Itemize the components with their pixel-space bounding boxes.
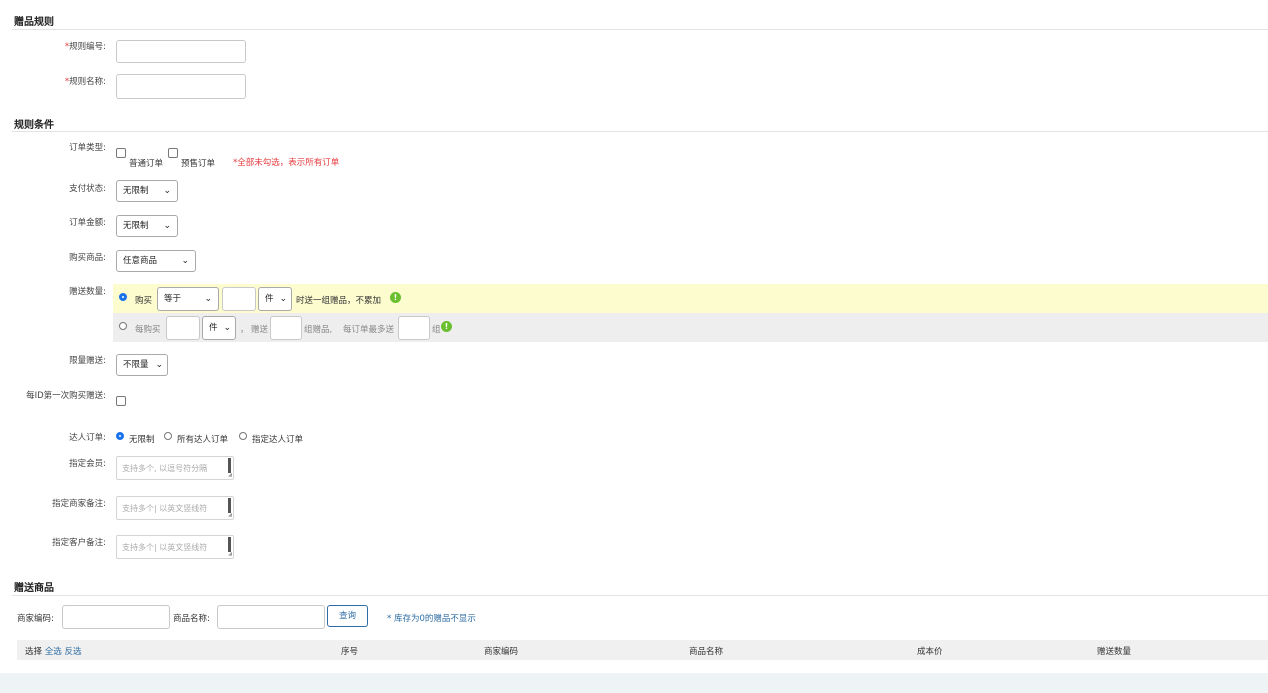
customer-note-textarea[interactable]: 支持多个| 以英文竖线符 ◢ — [116, 535, 234, 559]
gift-qty-unit2-select[interactable]: 件 ⌄ — [202, 316, 236, 340]
gift-qty-label: 赠送数量: — [69, 287, 106, 297]
gift-qty-groups-text: 组赠品, — [304, 325, 333, 335]
gift-qty-max-input[interactable] — [398, 316, 430, 340]
order-type-hint: *全部未勾选，表示所有订单 — [233, 158, 340, 168]
chevron-down-icon: ⌄ — [204, 294, 212, 304]
search-merchant-code-label: 商家编码: — [17, 614, 54, 624]
section-divider — [12, 29, 1268, 30]
scrollbar[interactable] — [228, 498, 231, 513]
kol-none-label: 无限制 — [129, 435, 155, 445]
member-label: 指定会员: — [69, 459, 106, 469]
gift-qty-compare-select[interactable]: 等于 ⌄ — [157, 287, 219, 311]
table-header-product-name: 商品名称 — [689, 647, 724, 657]
gift-qty-comma: ， — [240, 325, 249, 335]
gift-qty-mode2-radio[interactable] — [119, 322, 127, 330]
section-divider — [12, 131, 1268, 132]
order-type-normal-label: 普通订单 — [129, 159, 164, 169]
buy-goods-select[interactable]: 任意商品 ⌄ — [116, 250, 196, 272]
gift-qty-suffix-text: 时送一组赠品，不累加 — [296, 296, 382, 306]
chevron-down-icon: ⌄ — [223, 323, 231, 333]
resize-grip-icon[interactable]: ◢ — [228, 472, 232, 478]
resize-grip-icon[interactable]: ◢ — [228, 512, 232, 518]
rule-name-label: *规则名称: — [64, 77, 106, 87]
merchant-note-textarea[interactable]: 支持多个| 以英文竖线符 ◢ — [116, 496, 234, 520]
customer-note-label: 指定客户备注: — [52, 538, 106, 548]
gift-qty-group-text: 组 — [432, 325, 441, 335]
table-header-cost: 成本价 — [917, 647, 943, 657]
resize-grip-icon[interactable]: ◢ — [228, 551, 232, 557]
member-textarea[interactable]: 支持多个, 以逗号符分隔 ◢ — [116, 456, 234, 480]
gift-qty-unit-select[interactable]: 件 ⌄ — [258, 287, 292, 311]
order-type-presale-checkbox[interactable] — [168, 148, 178, 158]
section-title-rule-conditions: 规则条件 — [14, 120, 54, 131]
stock-zero-hint: * 库存为0的赠品不显示 — [387, 614, 476, 624]
gift-qty-mode1-radio[interactable] — [119, 293, 127, 301]
kol-all-label: 所有达人订单 — [177, 435, 229, 445]
order-type-normal-checkbox[interactable] — [116, 148, 126, 158]
select-all-link[interactable]: 全选 — [45, 647, 62, 657]
info-icon: ! — [441, 321, 452, 332]
section-divider — [12, 595, 1268, 596]
kol-all-radio[interactable] — [164, 432, 172, 440]
gift-qty-per-buy-text: 每购买 — [135, 325, 161, 335]
section-title-gift-products: 赠送商品 — [14, 583, 54, 594]
section-title-gift-rule: 赠品规则 — [14, 17, 54, 28]
scrollbar[interactable] — [228, 458, 231, 473]
kol-specified-radio[interactable] — [239, 432, 247, 440]
kol-specified-label: 指定达人订单 — [252, 435, 304, 445]
table-header — [17, 640, 1268, 660]
order-amount-select[interactable]: 无限制 ⌄ — [116, 215, 178, 237]
rule-name-input[interactable] — [116, 74, 246, 99]
pay-status-label: 支付状态: — [69, 184, 106, 194]
limit-gift-select[interactable]: 不限量 ⌄ — [116, 354, 168, 376]
kol-none-radio[interactable] — [116, 432, 124, 440]
order-type-presale-label: 预售订单 — [181, 159, 216, 169]
merchant-note-label: 指定商家备注: — [52, 499, 106, 509]
first-buy-label: 每ID第一次购买赠送: — [26, 391, 106, 401]
gift-qty-buy-count-input[interactable] — [222, 287, 256, 311]
scrollbar[interactable] — [228, 537, 231, 552]
order-amount-label: 订单金额: — [69, 218, 106, 228]
chevron-down-icon: ⌄ — [181, 256, 189, 266]
chevron-down-icon: ⌄ — [155, 360, 163, 370]
search-product-name-label: 商品名称: — [173, 614, 210, 624]
gift-qty-give-text: 赠送 — [251, 325, 269, 335]
table-header-gift-qty: 赠送数量 — [1097, 647, 1132, 657]
pay-status-select[interactable]: 无限制 ⌄ — [116, 180, 178, 202]
chevron-down-icon: ⌄ — [163, 221, 171, 231]
query-button[interactable]: 查询 — [327, 605, 368, 627]
gift-qty-give-input[interactable] — [270, 316, 302, 340]
rule-code-input[interactable] — [116, 40, 246, 63]
rule-code-label: *规则编号: — [64, 42, 106, 52]
gift-qty-per-buy-input[interactable] — [166, 316, 200, 340]
search-merchant-code-input[interactable] — [62, 605, 170, 629]
invert-selection-link[interactable]: 反选 — [64, 647, 81, 657]
table-header-seq: 序号 — [341, 647, 359, 657]
chevron-down-icon: ⌄ — [163, 186, 171, 196]
order-type-label: 订单类型: — [69, 143, 106, 153]
limit-gift-label: 限量赠送: — [69, 356, 106, 366]
search-product-name-input[interactable] — [217, 605, 325, 629]
table-header-merchant-code: 商家编码 — [484, 647, 519, 657]
buy-goods-label: 购买商品: — [69, 253, 106, 263]
gift-qty-buy-text: 购买 — [135, 296, 153, 306]
table-header-select: 选择 全选 反选 — [25, 647, 82, 657]
info-icon: ! — [390, 292, 401, 303]
first-buy-checkbox[interactable] — [116, 396, 126, 406]
chevron-down-icon: ⌄ — [279, 294, 287, 304]
bottom-bar — [0, 673, 1268, 693]
kol-order-label: 达人订单: — [69, 433, 106, 443]
gift-qty-max-text: 每订单最多送 — [343, 325, 395, 335]
